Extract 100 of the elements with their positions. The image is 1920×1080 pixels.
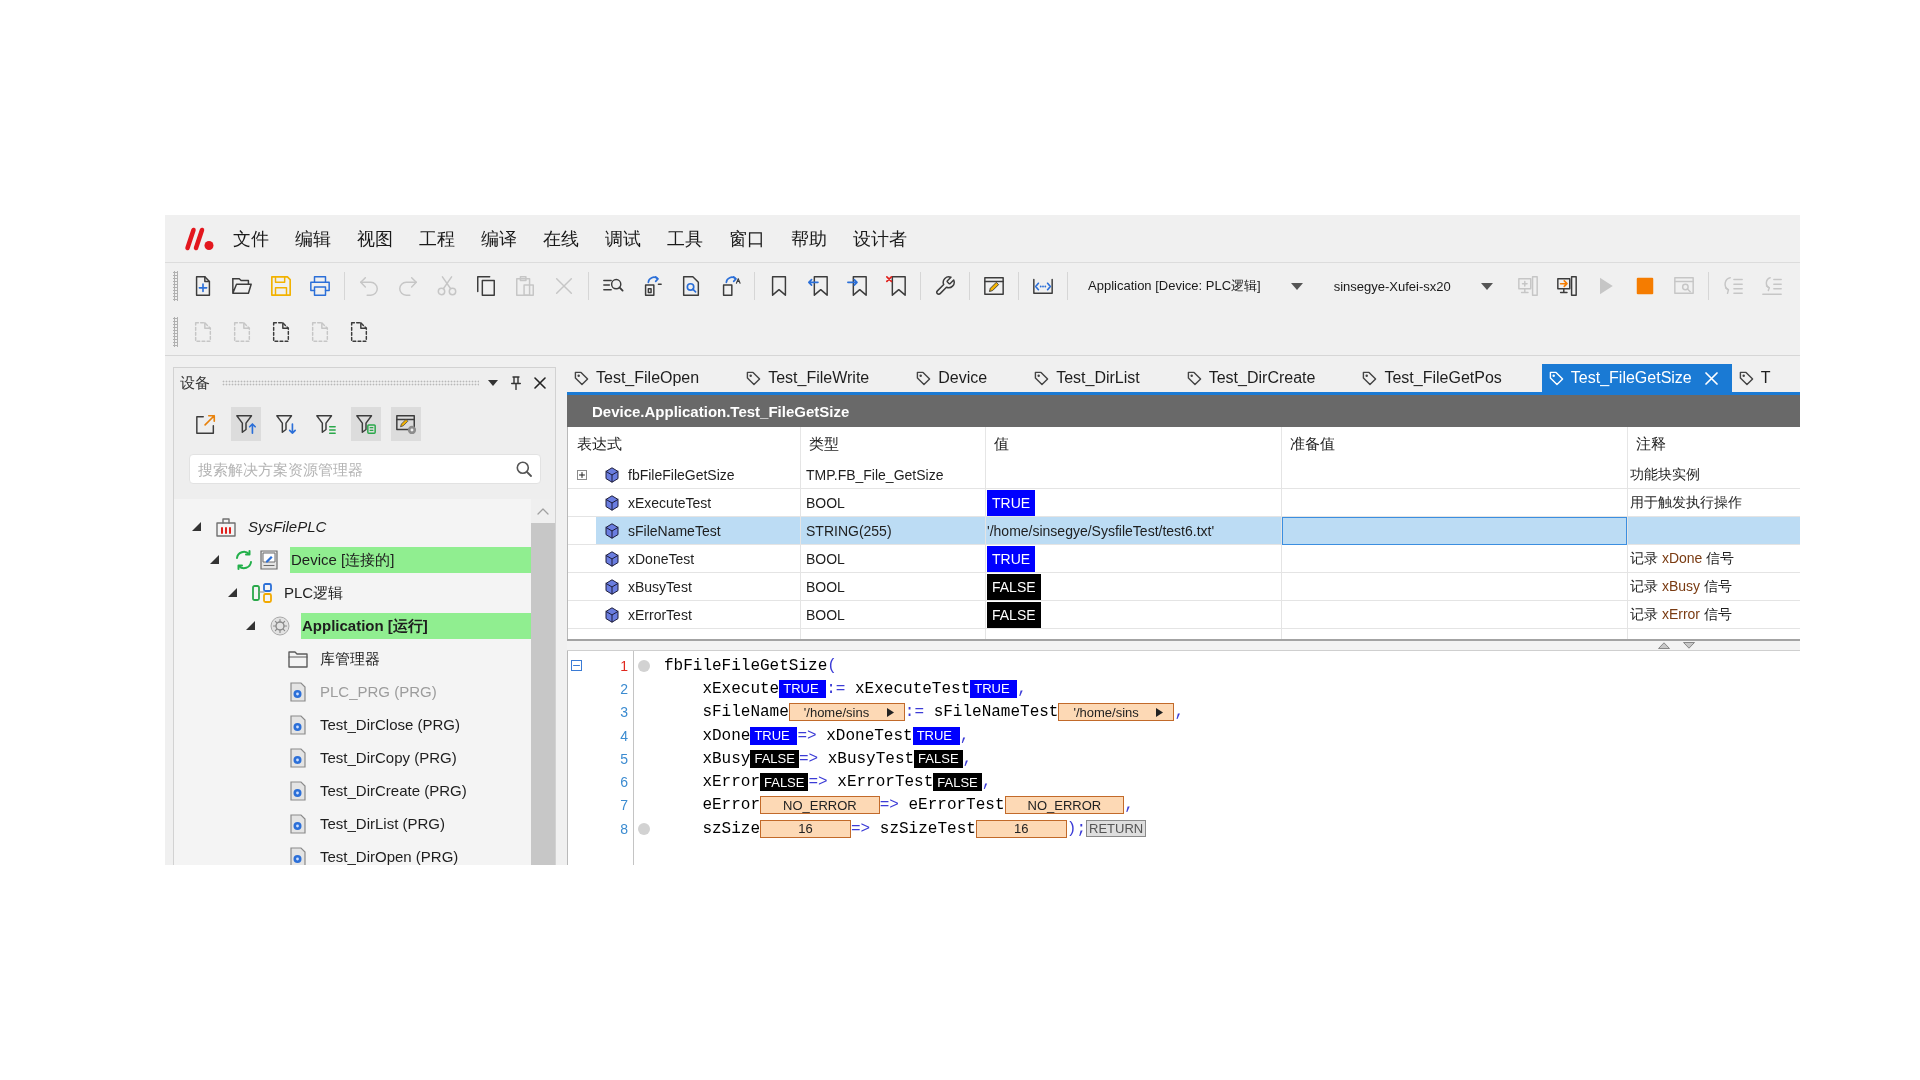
string-value-badge[interactable]: '/home/sins: [1058, 703, 1175, 722]
panel-tool-button[interactable]: [391, 407, 421, 441]
bookmark-x-icon[interactable]: [885, 275, 907, 297]
dashed-page-icon[interactable]: [270, 321, 292, 343]
bookmark-left-arrow-icon[interactable]: [807, 275, 829, 297]
printer-icon[interactable]: [309, 275, 331, 297]
monitor-arrow-icon[interactable]: [1555, 275, 1578, 297]
editor-tab[interactable]: T: [1731, 364, 1800, 392]
bookmark-right-arrow-icon[interactable]: [846, 275, 868, 297]
menu-item[interactable]: 编辑: [282, 226, 344, 251]
tree-item[interactable]: 库管理器: [319, 649, 380, 668]
export-icon[interactable]: [195, 413, 217, 435]
tag-icon[interactable]: [916, 370, 932, 386]
caret-down-icon[interactable]: [488, 380, 498, 386]
filter-down-arrow-icon[interactable]: [275, 413, 297, 435]
code-text: xDone: [702, 726, 751, 745]
search-icon[interactable]: [516, 461, 532, 477]
filter-up-arrow-icon[interactable]: [235, 413, 257, 435]
target-dropdown[interactable]: Application [Device: PLC逻辑]: [1074, 271, 1317, 301]
table-row[interactable]: fbFileFileGetSize TMP.FB_File_GetSize 功能块实例: [568, 461, 1800, 489]
tree-item[interactable]: PLC逻辑: [283, 583, 344, 602]
code-text: := xExecuteTest: [826, 679, 971, 698]
editor-tab[interactable]: Test_FileOpen: [567, 364, 740, 392]
toolbar-grip[interactable]: [173, 317, 178, 347]
tag-icon[interactable]: [1034, 370, 1050, 386]
window-pencil-icon[interactable]: [983, 275, 1005, 297]
table-row[interactable]: xBusyTest BOOL FALSE 记录 xBusy 信号: [568, 573, 1800, 601]
tree-item[interactable]: Application [运行]: [301, 612, 531, 639]
menu-item[interactable]: 视图: [344, 226, 406, 251]
tag-icon[interactable]: [746, 370, 762, 386]
tree-item[interactable]: Test_DirCopy (PRG): [319, 748, 457, 767]
menu-item[interactable]: 编译: [468, 226, 530, 251]
program-page-icon: [288, 681, 308, 702]
close-icon[interactable]: [534, 377, 546, 389]
tree-item[interactable]: SysFilePLC: [247, 517, 327, 536]
tree-item[interactable]: Test_DirList (PRG): [319, 814, 446, 833]
caret-down-icon[interactable]: [1290, 282, 1303, 290]
editor-tab[interactable]: Test_FileWrite: [739, 364, 910, 392]
table-row[interactable]: xExecuteTest BOOL TRUE 用于触发执行操作: [568, 489, 1800, 517]
dot-icon[interactable]: [638, 822, 650, 835]
tree-item[interactable]: Device [连接的]: [290, 546, 531, 573]
editor-tab[interactable]: Test_DirCreate: [1179, 364, 1356, 392]
page-search-icon[interactable]: [680, 275, 702, 297]
panel-tool-button[interactable]: [351, 407, 381, 441]
dashed-page-icon[interactable]: [348, 321, 370, 343]
collapse-box-icon[interactable]: [570, 660, 582, 672]
expand-triangle-icon[interactable]: [245, 621, 255, 630]
expand-triangle-icon[interactable]: [209, 555, 219, 564]
tag-icon[interactable]: [1738, 370, 1754, 386]
plus-box-icon[interactable]: [577, 469, 587, 480]
menu-item[interactable]: 工具: [654, 226, 716, 251]
editor-tab[interactable]: Test_DirList: [1027, 364, 1180, 392]
tree-item[interactable]: Test_DirCreate (PRG): [319, 781, 467, 800]
dot-icon[interactable]: [638, 659, 650, 672]
caret-down-icon[interactable]: [1480, 282, 1493, 290]
table-row[interactable]: xDoneTest BOOL TRUE 记录 xDone 信号: [568, 545, 1800, 573]
type-text: TMP.FB_File_GetSize: [806, 466, 944, 483]
panel-tool-button[interactable]: [231, 407, 261, 441]
expand-triangle-icon[interactable]: [191, 522, 201, 531]
panel-grip[interactable]: [222, 380, 479, 386]
table-row[interactable]: xErrorTest BOOL FALSE 记录 xError 信号: [568, 601, 1800, 629]
folder-icon[interactable]: [231, 275, 253, 297]
menu-item[interactable]: 设计者: [840, 226, 920, 251]
caret-up-icon[interactable]: [1658, 642, 1670, 649]
pin-icon[interactable]: [511, 376, 521, 390]
tree-item[interactable]: Test_DirOpen (PRG): [319, 847, 459, 865]
code-text: sFileName: [702, 703, 789, 722]
table-row[interactable]: sFileNameTest STRING(255) '/home/sinsegye/SysfileTest/test6.txt': [568, 517, 1800, 545]
toolbar-grip[interactable]: [173, 271, 178, 301]
tree-item[interactable]: Test_DirClose (PRG): [319, 715, 461, 734]
caret-right-icon[interactable]: [886, 707, 894, 717]
string-value-badge[interactable]: '/home/sins: [788, 703, 905, 722]
search-field[interactable]: 搜索解决方案资源管理器: [189, 454, 541, 484]
code-text: eError: [702, 796, 760, 815]
code-text: ,: [1174, 703, 1185, 722]
nodes-icon: [252, 582, 272, 603]
tag-icon[interactable]: [1186, 370, 1202, 386]
menu-item[interactable]: 帮助: [778, 226, 840, 251]
menu-item[interactable]: 窗口: [716, 226, 778, 251]
prepared-value-field[interactable]: [1282, 517, 1627, 545]
filter-lines-icon[interactable]: [315, 413, 337, 435]
editor-tab[interactable]: Test_FileGetPos: [1355, 364, 1542, 392]
caret-right-icon[interactable]: [1156, 707, 1164, 717]
menu-item[interactable]: 工程: [406, 226, 468, 251]
tag-icon[interactable]: [574, 370, 589, 386]
menu-item[interactable]: 调试: [592, 226, 654, 251]
value-badge: TRUE: [779, 679, 827, 698]
menu-item[interactable]: 文件: [220, 226, 282, 251]
filter-box-icon[interactable]: [355, 413, 377, 435]
wrench-icon[interactable]: [934, 275, 956, 297]
line-number: 7: [620, 797, 628, 814]
value-badge: FALSE: [933, 773, 982, 792]
target-dropdown[interactable]: sinsegye-Xufei-sx20: [1319, 271, 1507, 301]
tag-icon[interactable]: [1362, 370, 1378, 386]
copy-icon[interactable]: [475, 275, 497, 297]
comment-text: 功能块实例: [1630, 465, 1700, 484]
menu-item[interactable]: 在线: [530, 226, 592, 251]
editor-tab[interactable]: Device: [909, 364, 1028, 392]
window-gear-icon[interactable]: [395, 413, 417, 435]
expand-triangle-icon[interactable]: [227, 588, 237, 597]
